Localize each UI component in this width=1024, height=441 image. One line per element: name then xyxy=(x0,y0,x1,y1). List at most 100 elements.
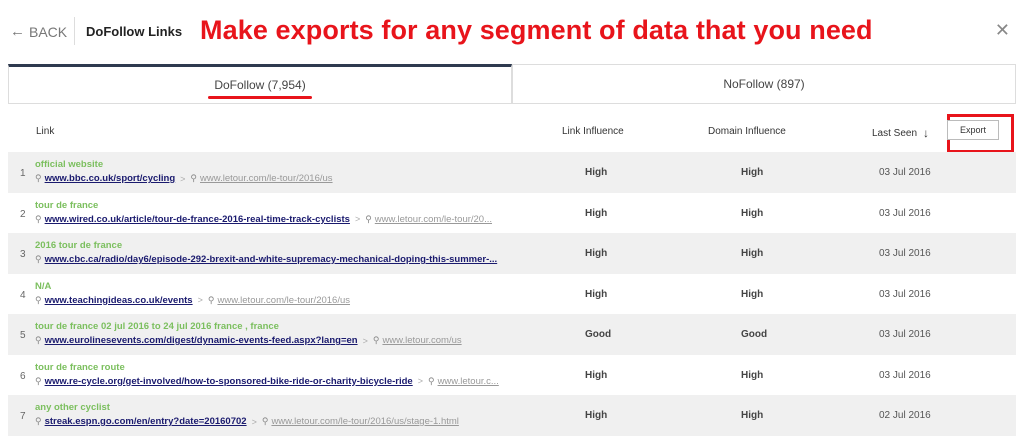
link-influence-value: High xyxy=(585,410,608,421)
close-icon[interactable]: ✕ xyxy=(995,20,1010,41)
sort-down-icon: ↓ xyxy=(923,126,930,140)
column-header-link-influence[interactable]: Link Influence xyxy=(562,126,624,137)
highlight-underline xyxy=(208,96,312,99)
chevron-right-icon: > xyxy=(197,295,203,305)
tab-bar: DoFollow (7,954) NoFollow (897) xyxy=(8,64,1016,104)
magnifier-icon[interactable]: ⚲ xyxy=(208,295,215,306)
row-number: 6 xyxy=(20,370,26,382)
table-row[interactable]: 7 any other cyclist ⚲ streak.espn.go.com… xyxy=(8,395,1016,436)
anchor-text: N/A xyxy=(35,280,52,292)
source-url-link[interactable]: www.cbc.ca/radio/day6/episode-292-brexit… xyxy=(45,254,498,265)
source-url-link[interactable]: www.bbc.co.uk/sport/cycling xyxy=(45,173,176,184)
domain-influence-value: High xyxy=(741,288,764,300)
link-influence-value: High xyxy=(585,288,608,300)
back-button[interactable]: ← BACK xyxy=(10,23,67,40)
last-seen-value: 03 Jul 2016 xyxy=(879,369,931,381)
domain-influence-value: High xyxy=(741,369,764,381)
target-url-link[interactable]: www.letour.com/le-tour/2016/us/stage-1.h… xyxy=(271,416,458,427)
row-number: 2 xyxy=(20,208,26,220)
tab-nofollow[interactable]: NoFollow (897) xyxy=(512,64,1016,103)
magnifier-icon[interactable]: ⚲ xyxy=(35,335,42,346)
chevron-right-icon: > xyxy=(251,416,257,427)
source-url-link[interactable]: streak.espn.go.com/en/entry?date=2016070… xyxy=(45,416,247,427)
row-number: 1 xyxy=(20,168,26,179)
table-row[interactable]: 1 official website ⚲ www.bbc.co.uk/sport… xyxy=(8,152,1016,193)
table-header: Link Link Influence Domain Influence Las… xyxy=(8,104,1016,153)
anchor-text: tour de france route xyxy=(35,361,125,373)
source-url-link[interactable]: www.eurolinesevents.com/digest/dynamic-e… xyxy=(45,335,358,346)
table-row[interactable]: 6 tour de france route ⚲ www.re-cycle.or… xyxy=(8,355,1016,396)
magnifier-icon[interactable]: ⚲ xyxy=(365,214,372,225)
row-number: 3 xyxy=(20,249,26,260)
table-row[interactable]: 5 tour de france 02 jul 2016 to 24 jul 2… xyxy=(8,314,1016,355)
magnifier-icon[interactable]: ⚲ xyxy=(35,254,42,265)
back-label: BACK xyxy=(29,23,68,40)
domain-influence-value: High xyxy=(741,207,764,219)
anchor-text: 2016 tour de france xyxy=(35,240,123,251)
last-seen-value: 03 Jul 2016 xyxy=(879,248,931,259)
row-number: 4 xyxy=(20,289,26,301)
target-url-link[interactable]: www.letour.com/le-tour/2016/us xyxy=(217,295,350,306)
chevron-right-icon: > xyxy=(362,335,368,346)
magnifier-icon[interactable]: ⚲ xyxy=(262,416,269,427)
table-row[interactable]: 4 N/A ⚲ www.teachingideas.co.uk/events >… xyxy=(8,274,1016,315)
source-url-link[interactable]: www.re-cycle.org/get-involved/how-to-spo… xyxy=(45,376,413,387)
last-seen-value: 03 Jul 2016 xyxy=(879,207,931,219)
tab-dofollow[interactable]: DoFollow (7,954) xyxy=(8,64,512,103)
anchor-text: tour de france xyxy=(35,199,99,211)
target-url-link[interactable]: www.letour.com/us xyxy=(382,335,461,346)
url-pair: ⚲ www.teachingideas.co.uk/events > ⚲ www… xyxy=(35,295,350,306)
divider xyxy=(74,17,75,45)
last-seen-label: Last Seen xyxy=(872,127,918,139)
row-number: 7 xyxy=(20,411,26,422)
column-header-domain-influence[interactable]: Domain Influence xyxy=(708,126,786,137)
magnifier-icon[interactable]: ⚲ xyxy=(35,376,42,387)
target-url-link[interactable]: www.letour.com/le-tour/20... xyxy=(375,214,492,225)
last-seen-value: 03 Jul 2016 xyxy=(879,329,931,340)
target-url-link[interactable]: www.letour.com/le-tour/2016/us xyxy=(200,173,333,184)
magnifier-icon[interactable]: ⚲ xyxy=(373,335,380,346)
domain-influence-value: High xyxy=(741,167,764,178)
link-influence-value: High xyxy=(585,248,608,259)
last-seen-value: 02 Jul 2016 xyxy=(879,410,931,421)
url-pair: ⚲ streak.espn.go.com/en/entry?date=20160… xyxy=(35,416,459,427)
chevron-right-icon: > xyxy=(180,173,186,184)
anchor-text: official website xyxy=(35,159,104,170)
link-influence-value: High xyxy=(585,167,608,178)
url-pair: ⚲ www.cbc.ca/radio/day6/episode-292-brex… xyxy=(35,254,497,265)
domain-influence-value: High xyxy=(741,410,764,421)
chevron-right-icon: > xyxy=(354,214,361,224)
last-seen-value: 03 Jul 2016 xyxy=(879,167,931,178)
url-pair: ⚲ www.bbc.co.uk/sport/cycling > ⚲ www.le… xyxy=(35,173,333,184)
domain-influence-value: High xyxy=(741,248,764,259)
export-button[interactable]: Export xyxy=(947,120,999,140)
row-number: 5 xyxy=(20,330,26,341)
link-influence-value: Good xyxy=(585,329,612,340)
last-seen-value: 03 Jul 2016 xyxy=(879,288,931,300)
url-pair: ⚲ www.re-cycle.org/get-involved/how-to-s… xyxy=(35,376,499,387)
magnifier-icon[interactable]: ⚲ xyxy=(35,173,42,184)
target-url-link[interactable]: www.letour.c... xyxy=(438,376,499,387)
magnifier-icon[interactable]: ⚲ xyxy=(35,295,42,306)
url-pair: ⚲ www.wired.co.uk/article/tour-de-france… xyxy=(35,214,492,225)
magnifier-icon[interactable]: ⚲ xyxy=(190,173,197,184)
chevron-right-icon: > xyxy=(417,376,423,386)
top-bar: ← BACK DoFollow Links Make exports for a… xyxy=(0,0,1024,64)
magnifier-icon[interactable]: ⚲ xyxy=(428,376,435,387)
table-row[interactable]: 2 tour de france ⚲ www.wired.co.uk/artic… xyxy=(8,193,1016,234)
table-row[interactable]: 3 2016 tour de france ⚲ www.cbc.ca/radio… xyxy=(8,233,1016,274)
url-pair: ⚲ www.eurolinesevents.com/digest/dynamic… xyxy=(35,335,462,346)
source-url-link[interactable]: www.teachingideas.co.uk/events xyxy=(45,295,193,306)
link-influence-value: High xyxy=(585,369,608,381)
tab-dofollow-label: DoFollow (7,954) xyxy=(214,78,306,92)
arrow-left-icon: ← xyxy=(10,23,25,40)
column-header-last-seen[interactable]: Last Seen ↓ xyxy=(872,126,929,140)
source-url-link[interactable]: www.wired.co.uk/article/tour-de-france-2… xyxy=(45,214,350,225)
table-body: 1 official website ⚲ www.bbc.co.uk/sport… xyxy=(8,152,1016,436)
page-title: DoFollow Links xyxy=(86,24,183,39)
magnifier-icon[interactable]: ⚲ xyxy=(35,214,42,225)
magnifier-icon[interactable]: ⚲ xyxy=(35,416,42,427)
export-button-wrap: Export xyxy=(947,120,999,140)
promo-banner-text: Make exports for any segment of data tha… xyxy=(200,15,873,45)
column-header-link: Link xyxy=(36,126,55,137)
